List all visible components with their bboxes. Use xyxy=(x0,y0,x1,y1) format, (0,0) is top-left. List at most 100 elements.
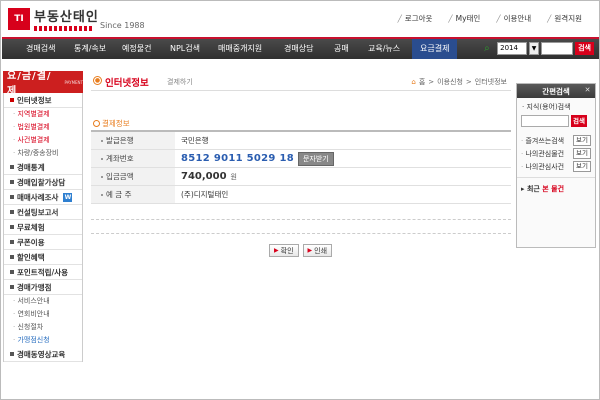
sidebar-item-label: 경매입찰가상담 xyxy=(17,177,66,187)
amount-unit: 원 xyxy=(230,172,237,181)
sidebar-item[interactable]: 컨설팅보고서 xyxy=(4,205,82,220)
close-icon[interactable]: ✕ xyxy=(583,86,592,95)
term-search-button[interactable]: 검색 xyxy=(571,115,587,127)
breadcrumb-current: 인터넷정보 xyxy=(474,78,507,86)
sidebar-item[interactable]: 경매입찰가상담 xyxy=(4,175,82,190)
table-row: 발급은행 국민은행 xyxy=(91,132,511,150)
term-search-input[interactable] xyxy=(521,115,569,127)
main-content: ● 인터넷정보 결제하기 ⌂ 홈 > 이용신청 > 인터넷정보 결제정보 발급은… xyxy=(91,71,511,399)
recent-items[interactable]: ▸ 최근 본 물건 xyxy=(517,177,595,194)
chevron-down-icon[interactable]: ▼ xyxy=(529,42,540,55)
sidebar-subitem[interactable]: 서비스안내 xyxy=(4,295,82,308)
page-title: 인터넷정보 xyxy=(105,78,149,89)
sidebar-item[interactable]: 쿠폰이용 xyxy=(4,235,82,250)
term-search-label-text: 지식(용어)검색 xyxy=(526,103,571,111)
sidebar-item[interactable]: 경매통계 xyxy=(4,160,82,175)
new-badge: W xyxy=(63,192,73,202)
bullet-icon xyxy=(101,157,103,160)
logo-text: 부동산태인 xyxy=(34,10,99,25)
sidebar-item-label: 무료체험 xyxy=(17,222,45,232)
account-holder: (주)디지털태인 xyxy=(181,190,229,199)
nav-item-npl[interactable]: NPL검색 xyxy=(170,39,200,59)
sidebar-item[interactable]: 경매동영상교육 xyxy=(4,347,82,362)
sidebar-item[interactable]: 할인혜택 xyxy=(4,250,82,265)
bullet-icon xyxy=(10,270,14,274)
breadcrumb-home[interactable]: 홈 xyxy=(419,77,425,87)
nav-item-education[interactable]: 교육/뉴스 xyxy=(368,39,400,59)
view-button[interactable]: 보기 xyxy=(573,161,591,172)
row-value: 국민은행 xyxy=(175,132,511,149)
sidebar-subitem[interactable]: 신청절차 xyxy=(4,321,82,334)
recent-prefix: 최근 xyxy=(526,185,540,193)
top-link-remote[interactable]: ╱ 원격지원 xyxy=(539,13,590,24)
sms-button[interactable]: 문자받기 xyxy=(297,151,334,166)
view-button[interactable]: 보기 xyxy=(573,148,591,159)
user-icon: ╱ xyxy=(448,14,453,23)
view-button[interactable]: 보기 xyxy=(573,135,591,146)
table-row: 계좌번호 8512 9011 5029 18 문자받기 xyxy=(91,150,511,168)
top-link-mytaein[interactable]: ╱ My태인 xyxy=(440,13,488,24)
quick-link-label: 즐겨쓰는검색 xyxy=(525,136,565,145)
divider xyxy=(91,233,511,234)
sidebar-item[interactable]: 경매가맹점 xyxy=(4,280,82,295)
breadcrumb-apply[interactable]: 이용신청 xyxy=(437,77,463,87)
left-nav-title-small: PAYMENT xyxy=(64,79,83,85)
nav-item-payment[interactable]: 요금결제 xyxy=(412,39,458,59)
remote-icon: ╱ xyxy=(547,14,552,23)
table-row: 예 금 주 (주)디지털태인 xyxy=(91,186,511,204)
list-item: · 나의관심사건 보기 xyxy=(521,160,591,173)
nav-item-scheduled[interactable]: 예정물건 xyxy=(122,39,151,59)
home-icon: ⌂ xyxy=(411,78,416,86)
nav-item-public-sale[interactable]: 공매 xyxy=(334,39,349,59)
bullet-icon xyxy=(101,139,103,142)
top-link-logout[interactable]: ╱ 로그아웃 xyxy=(390,13,441,24)
row-label-text: 발급은행 xyxy=(106,136,134,145)
arrow-right-icon: ▶ xyxy=(307,247,313,254)
sidebar-subitem[interactable]: 차량/중송장비 xyxy=(4,147,82,160)
bullet-icon xyxy=(10,352,14,356)
quick-search-title: 간편검색 ✕ xyxy=(517,84,595,98)
nav-item-consult[interactable]: 경매상담 xyxy=(284,39,313,59)
print-button[interactable]: ▶ 인쇄 xyxy=(302,244,333,257)
bullet-icon xyxy=(10,255,14,259)
bank-name: 국민은행 xyxy=(181,136,209,145)
term-search-label: · 지식(용어)검색 xyxy=(522,103,571,111)
quick-link-label: 나의관심물건 xyxy=(525,149,565,158)
divider xyxy=(91,219,511,220)
confirm-label: 확인 xyxy=(280,246,294,255)
sidebar-subitem[interactable]: 연회비안내 xyxy=(4,308,82,321)
year-select[interactable]: 2014 xyxy=(497,42,528,55)
top-link-guide[interactable]: ╱ 이용안내 xyxy=(488,13,539,24)
breadcrumb: ⌂ 홈 > 이용신청 > 인터넷정보 xyxy=(411,77,507,87)
sidebar-subitem[interactable]: 가맹점신청 xyxy=(4,334,82,347)
nav-search-input[interactable] xyxy=(541,42,574,55)
top-link-label: 원격지원 xyxy=(554,14,582,23)
sidebar-item-label: 포인트적립/사용 xyxy=(17,267,69,277)
nav-search-button[interactable]: 검색 xyxy=(575,42,594,55)
sidebar-subitem[interactable]: 법원별결제 xyxy=(4,121,82,134)
bullet-icon xyxy=(10,285,14,289)
logo-stripe xyxy=(34,26,94,31)
sidebar-item[interactable]: 무료체험 xyxy=(4,220,82,235)
sidebar-item[interactable]: 포인트적립/사용 xyxy=(4,265,82,280)
quick-link-label: 나의관심사건 xyxy=(525,162,565,171)
logo[interactable]: TI 부동산태인 Since 1988 xyxy=(8,6,163,34)
row-label-text: 예 금 주 xyxy=(106,190,132,199)
nav-item-brokerage[interactable]: 매매중개지원 xyxy=(218,39,262,59)
sidebar-item-label: 쿠폰이용 xyxy=(17,237,45,247)
nav-search: ⌕ 2014 ▼ 검색 xyxy=(484,42,594,55)
nav-item-auction-search[interactable]: 경매검색 xyxy=(26,39,55,59)
amount: 740,000 xyxy=(181,171,227,182)
sidebar-item[interactable]: 매매사례조사 W xyxy=(4,190,82,205)
bullet-icon xyxy=(10,210,14,214)
term-search: 검색 xyxy=(517,112,595,130)
confirm-button[interactable]: ▶ 확인 xyxy=(269,244,299,257)
bullet-icon xyxy=(101,193,103,196)
nav-item-stats[interactable]: 통계/속보 xyxy=(74,39,106,59)
sidebar-subitem[interactable]: 사건별결제 xyxy=(4,134,82,147)
sidebar-subitem[interactable]: 지역별결제 xyxy=(4,108,82,121)
list-item: · 나의관심물건 보기 xyxy=(521,147,591,160)
recent-highlight: 본 물건 xyxy=(542,185,565,193)
row-label: 예 금 주 xyxy=(91,186,175,203)
left-nav-title: 요/금/결/제 PAYMENT xyxy=(3,71,83,97)
